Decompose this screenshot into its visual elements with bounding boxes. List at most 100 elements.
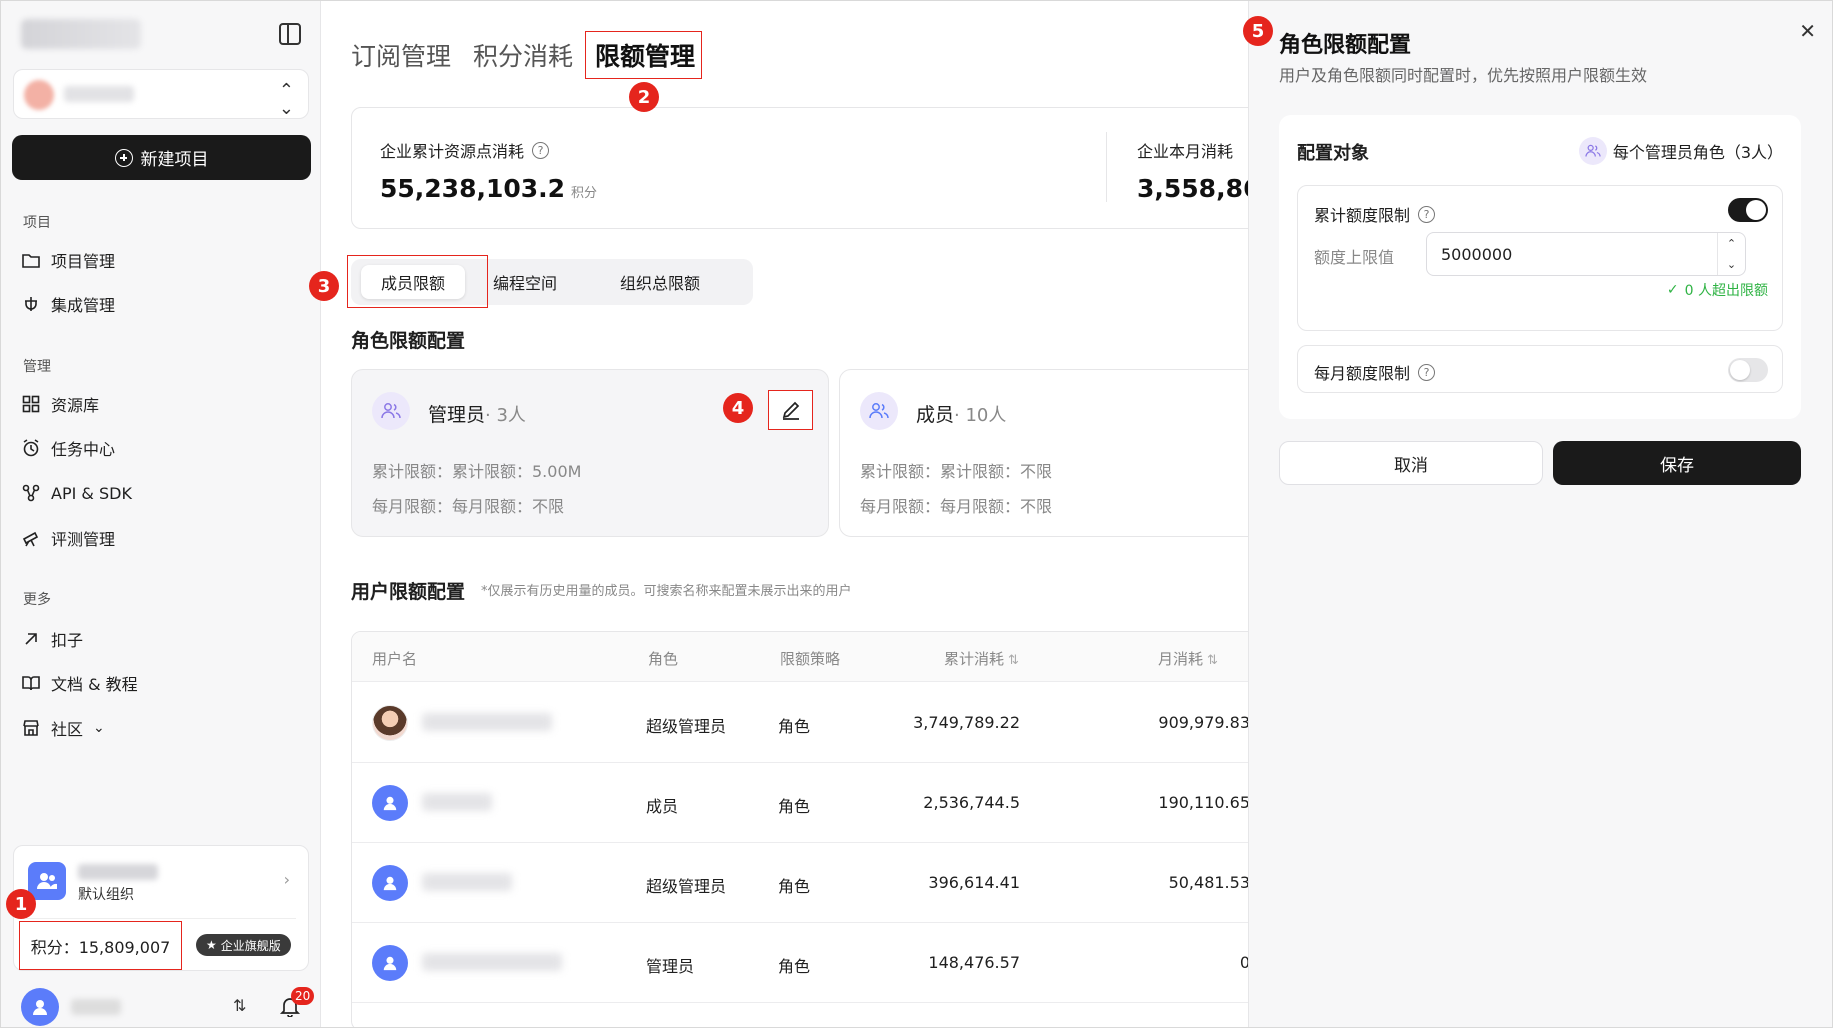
- annotation-highlight-tab: [585, 31, 702, 79]
- new-project-button[interactable]: 新建项目: [12, 135, 311, 180]
- grid-icon: [21, 394, 41, 414]
- star-icon: ★: [206, 938, 217, 952]
- column-username: 用户名: [372, 650, 418, 668]
- user-avatar: [372, 705, 408, 741]
- table-header: 用户名 角色 限额策略 累计消耗 ⇅ 月消耗 ⇅: [352, 632, 1300, 682]
- exceed-status: ✓ 0 人超出限额: [1666, 282, 1768, 299]
- table-row[interactable]: 成员 角色 2,536,744.5 190,110.65: [352, 763, 1300, 843]
- user-quota-table: 用户名 角色 限额策略 累计消耗 ⇅ 月消耗 ⇅ 超级管理员 角色 3,749,78…: [351, 631, 1301, 1027]
- sort-icon: ⇅: [1008, 653, 1019, 668]
- cell-total: 396,614.41: [928, 873, 1020, 892]
- limit-value-input[interactable]: [1427, 233, 1717, 275]
- column-month-usage[interactable]: 月消耗 ⇅: [1158, 648, 1218, 669]
- sidebar-item-evaluation[interactable]: 评测管理: [21, 523, 115, 553]
- subtab-org-total-quota[interactable]: 组织总限额: [585, 265, 735, 299]
- role-monthly-quota: 每月限额：每月限额：不限: [860, 497, 1053, 516]
- users-icon: [1578, 137, 1607, 165]
- sidebar-item-coze[interactable]: 扣子: [21, 624, 83, 654]
- cell-policy: 角色: [778, 957, 811, 976]
- cumulative-limit-card: 累计额度限制 ? 额度上限值 ⌃ ⌄ ✓ 0 人超出限额: [1297, 185, 1783, 331]
- cell-policy: 角色: [778, 877, 811, 896]
- annotation-highlight-subtab: [347, 255, 488, 308]
- alarm-clock-icon: [21, 438, 41, 458]
- role-card-admin[interactable]: 管理员· 3人 累计限额：累计限额：5.00M 每月限额：每月限额：不限: [351, 369, 829, 537]
- role-cumulative-quota: 累计限额：累计限额：5.00M: [372, 462, 582, 481]
- drawer-actions: 取消 保存: [1279, 441, 1801, 485]
- table-row[interactable]: 超级管理员 角色 396,614.41 50,481.53: [352, 843, 1300, 923]
- arrow-up-right-icon: [21, 629, 41, 649]
- month-usage-label: 企业本月消耗: [1137, 142, 1234, 161]
- user-name-redacted: [422, 713, 552, 731]
- limit-value-label: 额度上限值: [1314, 248, 1395, 267]
- toggle-knob: [1746, 200, 1766, 220]
- role-card-member[interactable]: 成员· 10人 累计限额：累计限额：不限 每月限额：每月限额：不限: [839, 369, 1317, 537]
- user-avatar: [372, 865, 408, 901]
- cumulative-limit-label: 累计额度限制 ?: [1314, 202, 1436, 226]
- role-quota-drawer: 角色限额配置 用户及角色限额同时配置时，优先按照用户限额生效 ✕ 配置对象 每个…: [1248, 1, 1832, 1027]
- role-cumulative-quota: 累计限额：累计限额：不限: [860, 462, 1053, 481]
- close-icon[interactable]: ✕: [1799, 19, 1816, 43]
- chevron-updown-icon: ⌃ ⌄: [278, 80, 294, 119]
- chevron-down-icon: ⌄: [93, 720, 105, 736]
- cell-policy: 角色: [778, 797, 811, 816]
- limit-value-stepper[interactable]: ⌃ ⌄: [1717, 233, 1745, 275]
- total-usage-value: 55,238,103.2 积分: [380, 174, 598, 203]
- column-role: 角色: [648, 650, 679, 668]
- tab-credit-usage[interactable]: 积分消耗: [473, 37, 573, 73]
- check-icon: ✓: [1666, 282, 1679, 298]
- cell-month: 50,481.53: [1168, 873, 1250, 892]
- chevron-down-icon[interactable]: ⌄: [1718, 254, 1745, 275]
- project-switcher[interactable]: ⌃ ⌄: [13, 69, 309, 119]
- cell-policy: 角色: [778, 717, 811, 736]
- sidebar-item-integration[interactable]: 集成管理: [21, 289, 115, 319]
- sidebar-collapse-icon[interactable]: [279, 23, 301, 45]
- save-button[interactable]: 保存: [1553, 441, 1801, 485]
- subtab-coding-space[interactable]: 编程空间: [473, 265, 577, 299]
- chevron-up-icon[interactable]: ⌃: [1718, 233, 1745, 254]
- sidebar: ⌃ ⌄ 新建项目 项目 项目管理 集成管理 管理 资源库 任务中心 API & …: [1, 1, 321, 1027]
- cancel-button[interactable]: 取消: [1279, 441, 1543, 485]
- table-row[interactable]: 管理员 角色 148,476.57 0: [352, 923, 1300, 1003]
- usage-stats-card: 企业累计资源点消耗 ? 55,238,103.2 积分 企业本月消耗 3,558,…: [351, 107, 1305, 229]
- chevron-updown-icon[interactable]: ⇅: [233, 996, 246, 1015]
- edit-role-quota-button[interactable]: [768, 390, 813, 430]
- organization-name-redacted: [78, 864, 158, 880]
- annotation-marker-4: 4: [723, 393, 753, 423]
- help-icon[interactable]: ?: [1418, 205, 1436, 223]
- help-icon[interactable]: ?: [532, 141, 550, 159]
- monthly-limit-toggle[interactable]: [1728, 358, 1768, 382]
- sidebar-item-resources[interactable]: 资源库: [21, 389, 99, 419]
- sidebar-item-api-sdk[interactable]: API & SDK: [21, 478, 132, 508]
- cell-month: 909,979.83: [1158, 713, 1250, 732]
- sidebar-item-docs[interactable]: 文档 & 教程: [21, 668, 138, 698]
- annotation-marker-3: 3: [309, 271, 339, 301]
- project-name-redacted: [64, 86, 134, 102]
- main-content: 订阅管理 积分消耗 限额管理 企业累计资源点消耗 ? 55,238,103.2 积…: [321, 1, 1317, 1027]
- cumulative-limit-toggle[interactable]: [1728, 198, 1768, 222]
- user-avatar[interactable]: [21, 988, 59, 1026]
- users-icon: [860, 392, 898, 430]
- organization-avatar: [28, 862, 66, 900]
- cell-total: 2,536,744.5: [923, 793, 1020, 812]
- user-name-redacted: [422, 793, 492, 811]
- tab-subscription[interactable]: 订阅管理: [351, 37, 451, 73]
- drawer-subtitle: 用户及角色限额同时配置时，优先按照用户限额生效: [1279, 66, 1648, 85]
- column-total-usage[interactable]: 累计消耗 ⇅: [944, 648, 1019, 669]
- user-avatar: [372, 945, 408, 981]
- annotation-marker-1: 1: [6, 889, 36, 919]
- user-section-note: *仅展示有历史用量的成员。可搜索名称来配置未展示出来的用户: [481, 584, 852, 599]
- sidebar-item-task-center[interactable]: 任务中心: [21, 433, 115, 463]
- sidebar-item-community[interactable]: 社区 ⌄: [21, 713, 105, 743]
- plus-circle-icon: [114, 148, 133, 167]
- nodes-icon: [21, 483, 41, 503]
- sidebar-item-project-management[interactable]: 项目管理: [21, 245, 115, 275]
- config-target-value: 每个管理员角色（3人）: [1578, 137, 1783, 165]
- table-row[interactable]: 超级管理员 角色 3,749,789.22 909,979.83: [352, 683, 1300, 763]
- book-icon: [21, 673, 41, 693]
- divider: [1106, 132, 1107, 202]
- cell-month: 0: [1239, 953, 1250, 972]
- cell-role: 管理员: [646, 957, 695, 976]
- pencil-icon: [782, 401, 799, 420]
- limit-value-input-wrapper: ⌃ ⌄: [1426, 232, 1746, 276]
- help-icon[interactable]: ?: [1418, 363, 1436, 381]
